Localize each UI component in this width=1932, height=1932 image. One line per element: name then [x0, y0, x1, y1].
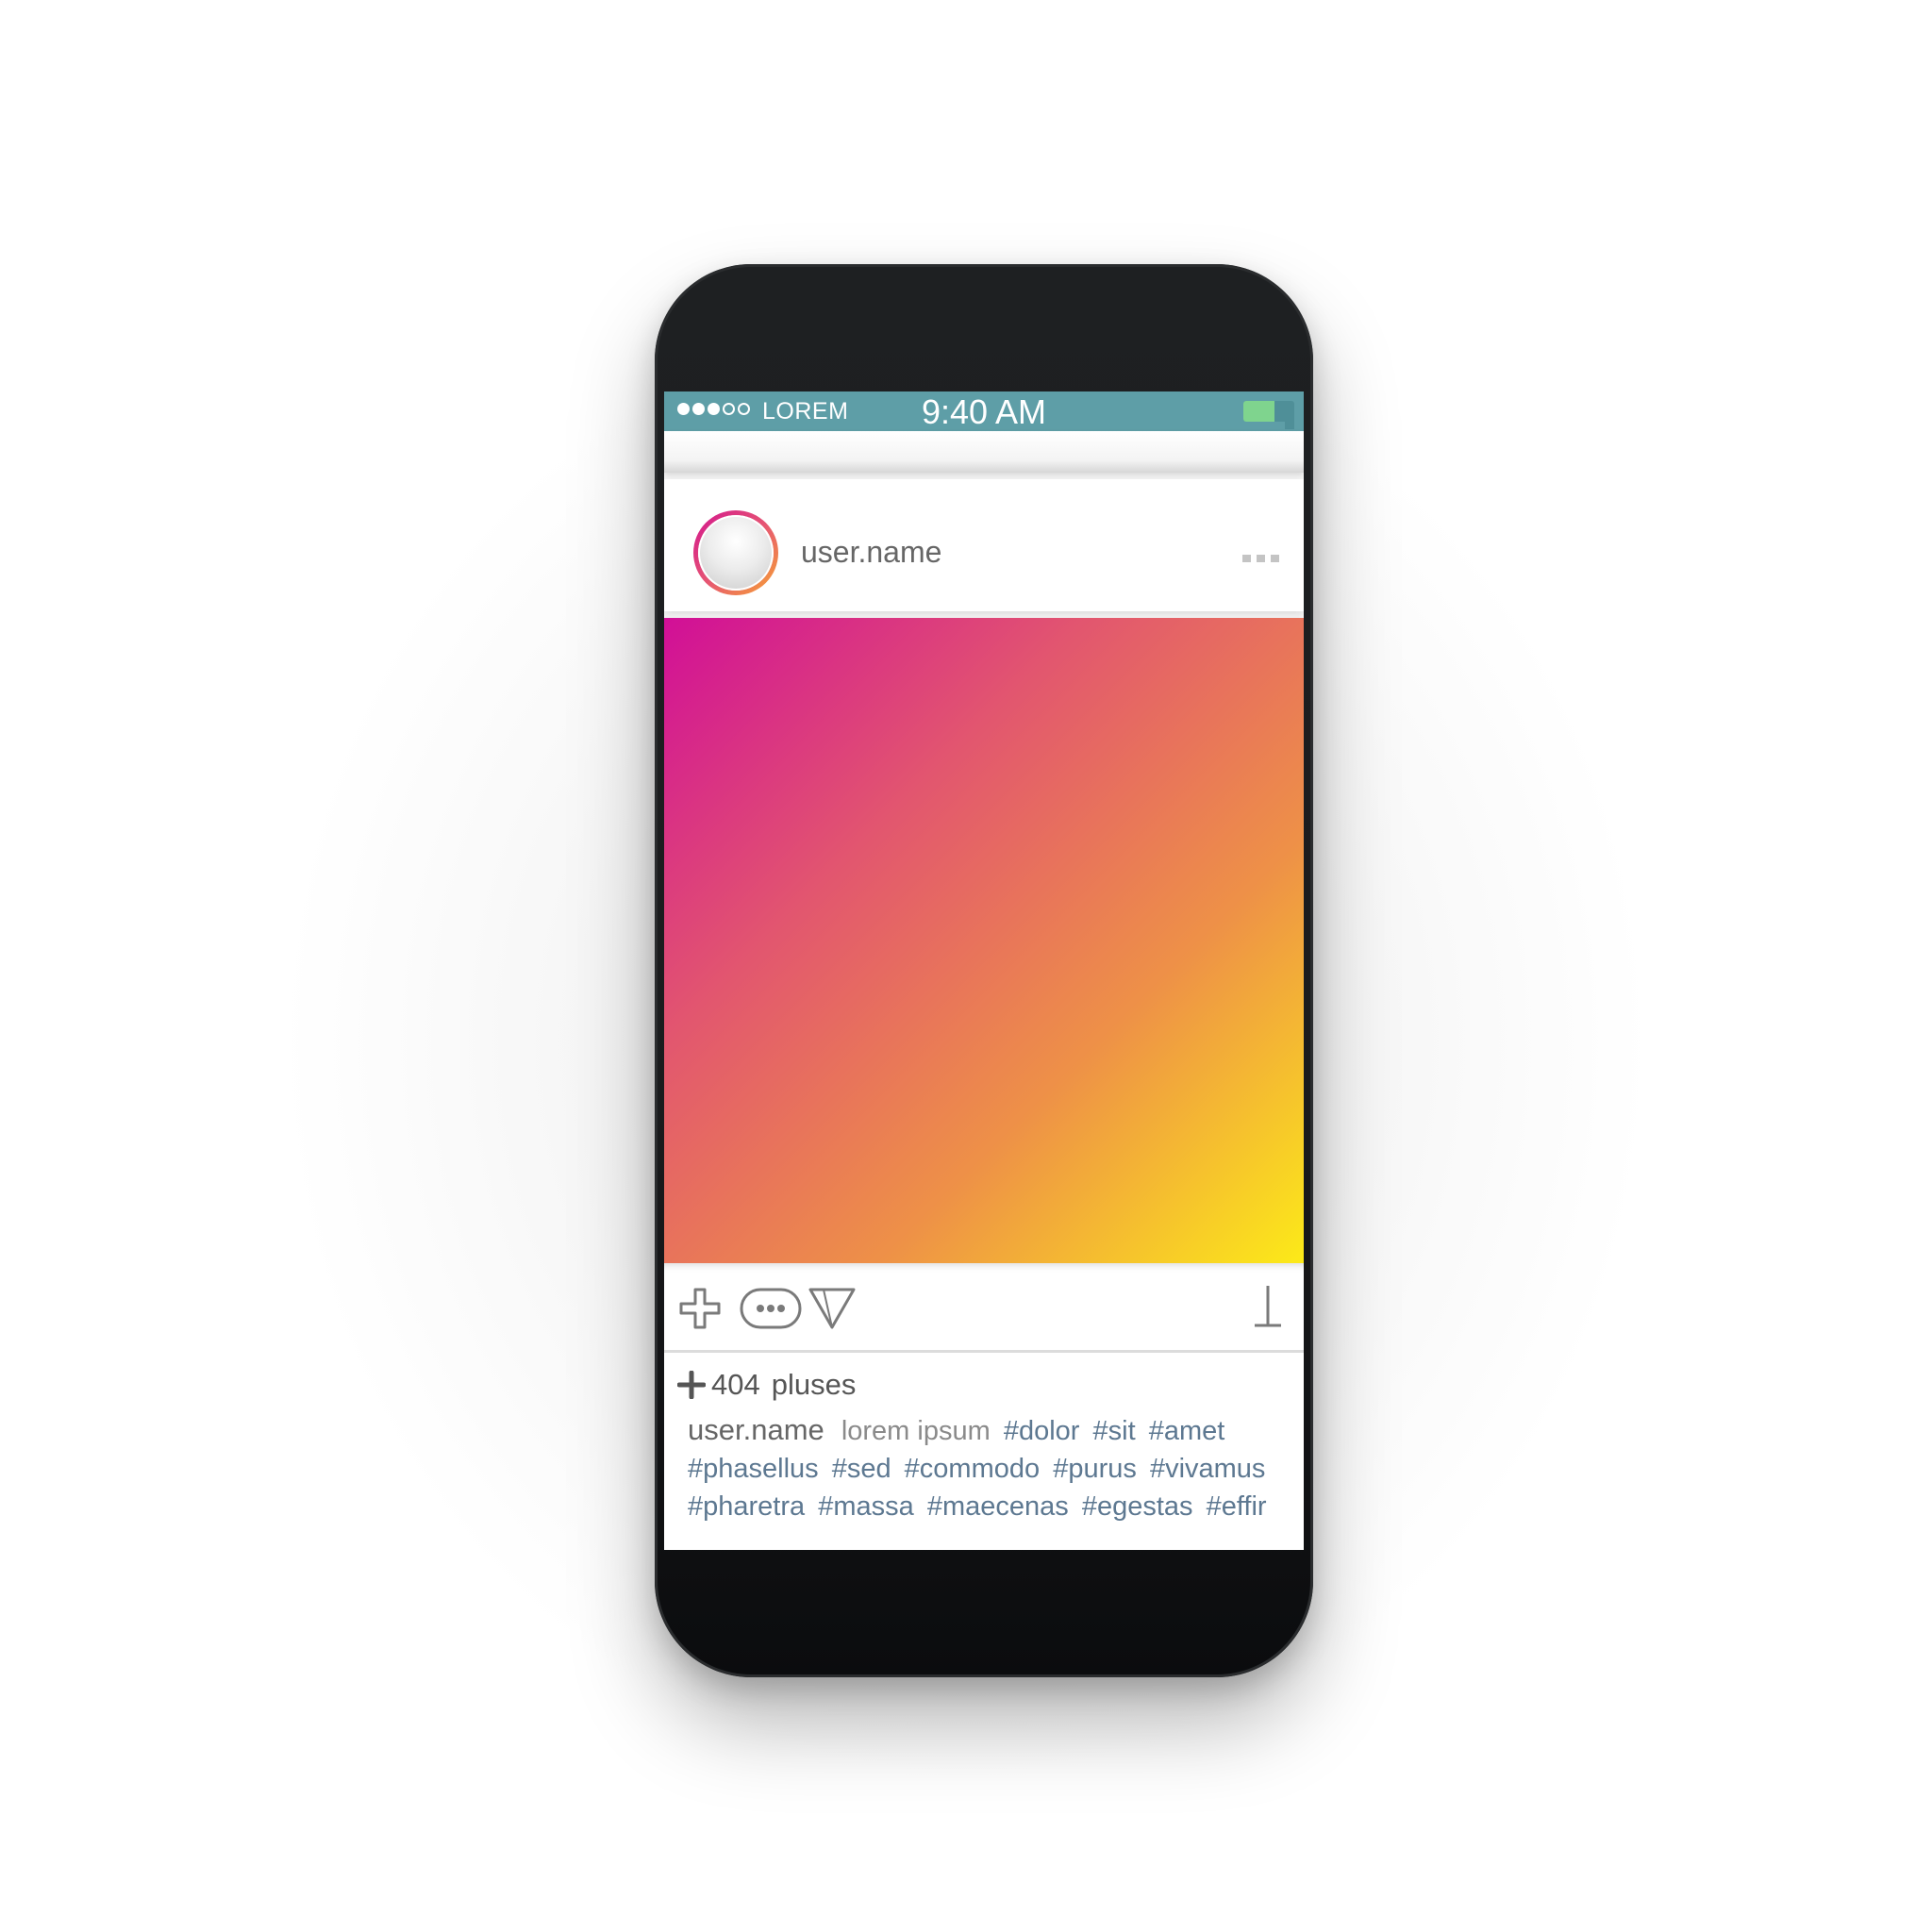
hashtag[interactable]: #massa — [818, 1491, 914, 1522]
send-icon[interactable] — [808, 1286, 857, 1331]
battery-terminal — [1285, 412, 1294, 429]
more-horizontal-icon[interactable] — [1242, 555, 1279, 562]
post-header: user.name — [664, 479, 1304, 611]
hashtag[interactable]: #amet — [1149, 1416, 1225, 1446]
hashtag[interactable]: #maecenas — [927, 1491, 1069, 1522]
top-navigation-bar — [664, 431, 1304, 473]
background: LOREM 9:40 AM user.name 404 pluses user.… — [0, 0, 1932, 1932]
phone-screen: LOREM 9:40 AM user.name 404 pluses user.… — [664, 391, 1304, 1550]
hashtag[interactable]: #pharetra — [688, 1491, 805, 1522]
status-time: 9:40 AM — [921, 392, 1047, 431]
hashtag[interactable]: #vivamus — [1150, 1454, 1266, 1484]
battery-level — [1243, 401, 1275, 422]
hashtag[interactable]: #purus — [1053, 1454, 1137, 1484]
post-caption-area: 404 pluses user.name lorem ipsum #dolor … — [664, 1353, 1304, 1550]
hashtag[interactable]: #egestas — [1082, 1491, 1193, 1522]
post-actions-bar — [664, 1263, 1304, 1353]
bookmark-icon[interactable] — [1251, 1284, 1285, 1331]
hashtag[interactable]: #commodo — [905, 1454, 1040, 1484]
hashtag[interactable]: #effir — [1207, 1491, 1267, 1522]
caption-body: lorem ipsum — [841, 1416, 991, 1446]
plus-icon[interactable] — [679, 1288, 721, 1329]
hashtag[interactable]: #phasellus — [688, 1454, 819, 1484]
hashtag[interactable]: #sed — [832, 1454, 891, 1484]
plus-icon — [677, 1371, 706, 1399]
plus-count-label: pluses — [771, 1368, 857, 1401]
more-dot — [1271, 555, 1279, 562]
hashtag[interactable]: #sit — [1093, 1416, 1136, 1446]
caption-username[interactable]: user.name — [688, 1413, 824, 1446]
post-username[interactable]: user.name — [801, 535, 941, 570]
avatar[interactable] — [698, 515, 774, 591]
caption-text: user.name lorem ipsum #dolor #sit #amet … — [688, 1411, 1291, 1525]
hashtag[interactable]: #dolor — [1004, 1416, 1080, 1446]
more-dot — [1242, 555, 1251, 562]
avatar-story-ring[interactable] — [693, 510, 778, 595]
battery-icon — [1243, 401, 1294, 429]
plus-count-value: 404 — [711, 1368, 760, 1401]
status-bar: LOREM 9:40 AM — [664, 391, 1304, 431]
more-dot — [1257, 555, 1265, 562]
post-image[interactable] — [664, 618, 1304, 1263]
comment-bubble-icon[interactable] — [740, 1288, 802, 1329]
plus-count[interactable]: 404 pluses — [677, 1368, 856, 1402]
